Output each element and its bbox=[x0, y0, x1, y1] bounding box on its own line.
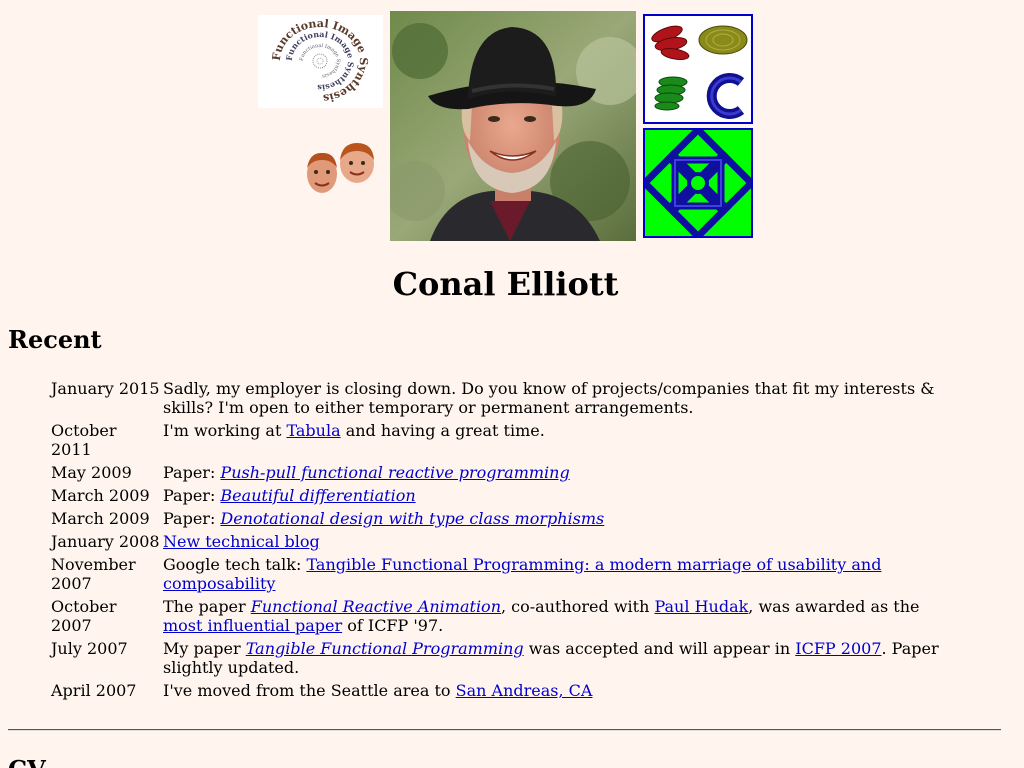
news-link[interactable]: Push-pull functional reactive programmin… bbox=[220, 463, 569, 482]
news-text: and having a great time. bbox=[340, 421, 545, 440]
spiral-text-image[interactable]: Functional Image Synthesis Functional Im… bbox=[258, 15, 383, 108]
news-text: , was awarded as the bbox=[748, 597, 920, 616]
news-text: , co-authored with bbox=[501, 597, 655, 616]
cv-heading: CV bbox=[8, 752, 46, 768]
news-description: Sadly, my employer is closing down. Do y… bbox=[163, 379, 939, 417]
news-row: October 2011 I'm working at Tabula and ha… bbox=[51, 421, 939, 459]
news-row: January 2008 New technical blog bbox=[51, 532, 939, 551]
news-link[interactable]: Paul Hudak bbox=[654, 597, 748, 616]
news-link[interactable]: Tabula bbox=[286, 421, 340, 440]
page-title: Conal Elliott bbox=[392, 265, 619, 303]
recent-heading: Recent bbox=[8, 325, 102, 354]
news-text: The paper bbox=[163, 597, 251, 616]
news-text: I've moved from the Seattle area to bbox=[163, 681, 456, 700]
news-description: The paper Functional Reactive Animation,… bbox=[163, 597, 939, 635]
news-row: March 2009 Paper: Denotational design wit… bbox=[51, 509, 939, 528]
news-text: Paper: bbox=[163, 509, 221, 528]
news-date: May 2009 bbox=[51, 463, 132, 482]
news-description: New technical blog bbox=[163, 532, 939, 551]
news-link[interactable]: Denotational design with type class morp… bbox=[220, 509, 604, 528]
news-row: April 2007 I've moved from the Seattle ar… bbox=[51, 681, 939, 700]
news-date: March 2009 bbox=[51, 486, 150, 505]
news-description: Google tech talk: Tangible Functional Pr… bbox=[163, 555, 939, 593]
news-text: Google tech talk: bbox=[163, 555, 307, 574]
news-link[interactable]: Functional Reactive Animation bbox=[251, 597, 501, 616]
news-description: Paper: Beautiful differentiation bbox=[163, 486, 939, 505]
news-text: Paper: bbox=[163, 486, 221, 505]
knot-pattern-image[interactable] bbox=[639, 124, 757, 242]
news-row: January 2015 Sadly, my employer is closin… bbox=[51, 379, 939, 417]
news-link[interactable]: San Andreas, CA bbox=[456, 681, 593, 700]
news-text: Paper: bbox=[163, 463, 221, 482]
header-banner: Functional Image Synthesis Functional Im… bbox=[0, 0, 1024, 250]
news-row: July 2007 My paper Tangible Functional Pr… bbox=[51, 639, 939, 677]
news-row: October 2007 The paper Functional Reactiv… bbox=[51, 597, 939, 635]
news-date: October 2011 bbox=[51, 421, 117, 459]
news-text: of ICFP '97. bbox=[342, 616, 444, 635]
news-date: July 2007 bbox=[51, 639, 128, 658]
news-description: I'm working at Tabula and having a great… bbox=[163, 421, 939, 459]
portrait-photo[interactable] bbox=[390, 11, 636, 241]
news-link[interactable]: most influential paper bbox=[163, 616, 342, 635]
kids-faces-image[interactable] bbox=[302, 140, 380, 198]
news-text: My paper bbox=[163, 639, 246, 658]
news-text: I'm working at bbox=[163, 421, 287, 440]
news-row: November 2007 Google tech talk: Tangible … bbox=[51, 555, 939, 593]
news-description: My paper Tangible Functional Programming… bbox=[163, 639, 939, 677]
3d-shapes-image[interactable] bbox=[643, 14, 753, 124]
news-link[interactable]: ICFP 2007 bbox=[795, 639, 881, 658]
recent-news-table: January 2015 Sadly, my employer is closin… bbox=[48, 375, 942, 704]
news-description: Paper: Push-pull functional reactive pro… bbox=[163, 463, 939, 482]
news-date: January 2015 bbox=[51, 379, 160, 398]
news-link[interactable]: New technical blog bbox=[163, 532, 320, 551]
news-date: November 2007 bbox=[51, 555, 136, 593]
news-date: March 2009 bbox=[51, 509, 150, 528]
news-row: May 2009 Paper: Push-pull functional reac… bbox=[51, 463, 939, 482]
news-text: was accepted and will appear in bbox=[523, 639, 796, 658]
news-row: March 2009 Paper: Beautiful differentiati… bbox=[51, 486, 939, 505]
news-description: Paper: Denotational design with type cla… bbox=[163, 509, 939, 528]
section-divider bbox=[8, 729, 1001, 731]
news-date: October 2007 bbox=[51, 597, 117, 635]
news-link[interactable]: Tangible Functional Programming bbox=[246, 639, 524, 658]
news-text: Sadly, my employer is closing down. Do y… bbox=[163, 379, 935, 417]
news-link[interactable]: Beautiful differentiation bbox=[220, 486, 415, 505]
news-date: April 2007 bbox=[51, 681, 137, 700]
news-description: I've moved from the Seattle area to San … bbox=[163, 681, 939, 700]
news-date: January 2008 bbox=[51, 532, 160, 551]
